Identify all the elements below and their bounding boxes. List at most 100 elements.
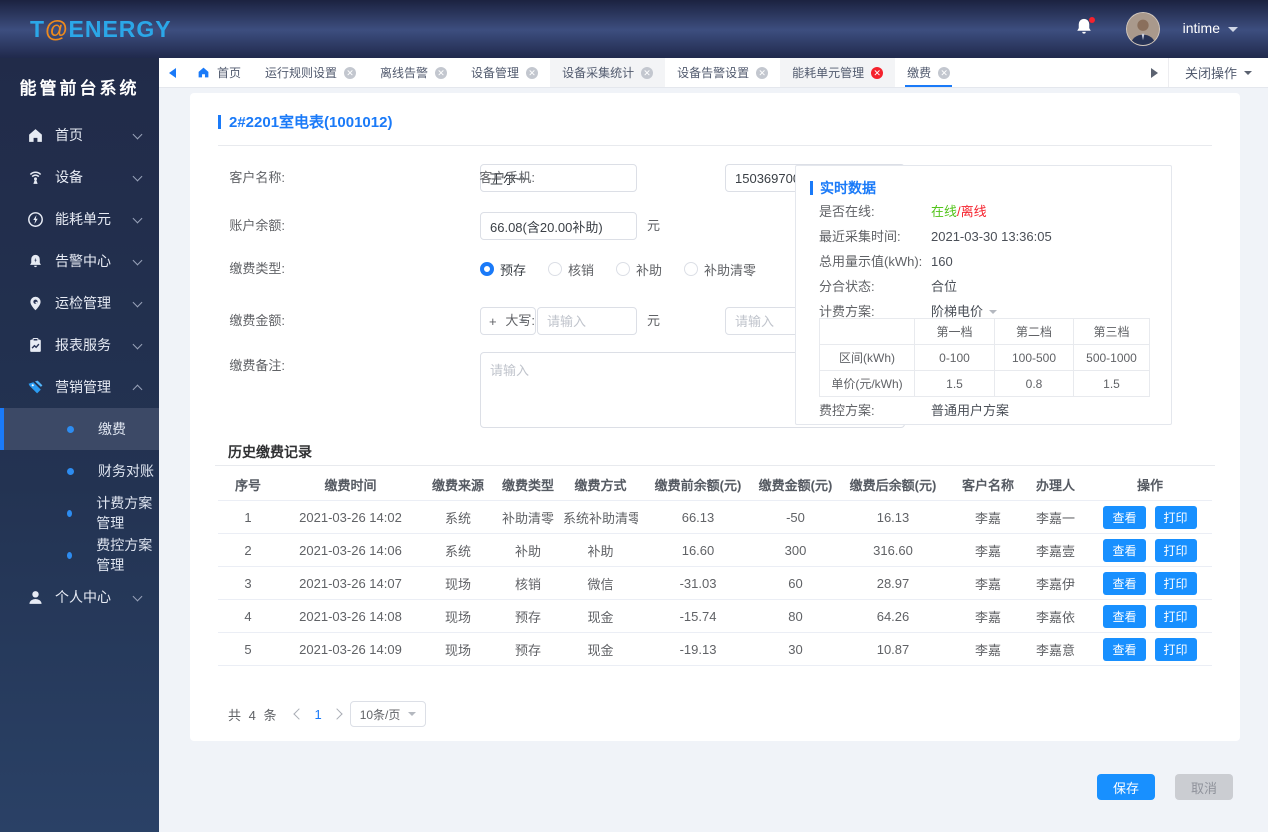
- table-cell: 李嘉: [974, 576, 1001, 592]
- print-button[interactable]: 打印: [1154, 538, 1197, 562]
- sidebar: 能管前台系统 首页 设备 能耗单元 告警中心 运检管理 报表服务 营销管理 缴费…: [0, 58, 159, 832]
- page-size-select[interactable]: 10条/页: [349, 701, 427, 727]
- table-cell: 30: [788, 641, 803, 657]
- table-cell: 2021-03-26 14:08: [299, 608, 402, 624]
- table-cell: 核销: [514, 576, 541, 592]
- tabbar: 首页 运行规则设置 ✕ 离线告警 ✕ 设备管理 ✕ 设备采集统计 ✕ 设备告警设…: [159, 58, 1268, 88]
- print-button[interactable]: 打印: [1154, 637, 1197, 661]
- sidebar-item-5[interactable]: 报表服务: [0, 324, 159, 366]
- print-button[interactable]: 打印: [1154, 604, 1197, 628]
- chevron-down-icon: [132, 171, 143, 182]
- table-cell: 2021-03-26 14:09: [299, 641, 402, 657]
- column-header: 缴费后余额(元): [849, 478, 937, 493]
- page-title: 2#2201室电表(1001012): [218, 111, 392, 132]
- table-cell: 李嘉意: [1035, 642, 1075, 658]
- table-row: 5 2021-03-26 14:09 现场 预存 现金 -19.13 30 10.87 李嘉 李嘉…: [218, 633, 1212, 666]
- chevron-down-icon: [132, 339, 143, 350]
- close-icon[interactable]: ✕: [871, 66, 884, 79]
- prev-page-icon[interactable]: [293, 708, 306, 720]
- sidebar-item-2[interactable]: 能耗单元: [0, 198, 159, 240]
- radio-pay-type-1[interactable]: 核销: [548, 260, 594, 279]
- tab-5[interactable]: 设备告警设置 ✕: [665, 58, 780, 87]
- chevron-down-icon: [132, 213, 143, 224]
- yuan-unit: 元: [647, 218, 661, 233]
- sidebar-item-6[interactable]: 营销管理: [0, 366, 159, 408]
- tab-2[interactable]: 离线告警 ✕: [368, 58, 459, 87]
- tabs-scroll-left-button[interactable]: [159, 58, 185, 87]
- print-button[interactable]: 打印: [1154, 505, 1197, 529]
- next-page-icon[interactable]: [331, 708, 343, 720]
- close-icon[interactable]: ✕: [641, 66, 654, 79]
- main-content: 2#2201室电表(1001012) 客户名称: 客户手机: 账户余额: 元 缴…: [159, 88, 1268, 832]
- table-cell: 现场: [444, 642, 471, 658]
- tabs-scroll-right-button[interactable]: [1142, 58, 1168, 87]
- table-cell: 10.87: [876, 641, 910, 657]
- table-cell: 李嘉: [974, 510, 1001, 526]
- sidebar-item-personal[interactable]: 个人中心: [0, 576, 159, 618]
- sidebar-subitem-1[interactable]: 财务对账: [0, 450, 159, 492]
- table-cell: 系统: [444, 543, 471, 559]
- home-icon: [197, 64, 210, 82]
- table-cell: 预存: [514, 642, 541, 658]
- radio-pay-type-3[interactable]: 补助清零: [684, 260, 756, 279]
- sidebar-subitem-0[interactable]: 缴费: [0, 408, 159, 450]
- close-icon[interactable]: ✕: [435, 66, 448, 79]
- tab-1[interactable]: 运行规则设置 ✕: [253, 58, 368, 87]
- view-button[interactable]: 查看: [1103, 571, 1146, 595]
- table-cell: 李嘉壹: [1035, 543, 1075, 559]
- save-button[interactable]: 保存: [1097, 774, 1155, 800]
- sidebar-item-0[interactable]: 首页: [0, 114, 159, 156]
- balance-field[interactable]: [480, 212, 637, 240]
- radio-dot-icon: [548, 262, 563, 276]
- inspection-icon: [27, 295, 44, 312]
- table-cell: 李嘉依: [1035, 609, 1075, 625]
- tab-0[interactable]: 首页: [185, 58, 253, 87]
- page-number[interactable]: 1: [312, 707, 323, 722]
- avatar[interactable]: [1126, 12, 1160, 46]
- print-button[interactable]: 打印: [1154, 571, 1197, 595]
- cancel-button[interactable]: 取消: [1175, 774, 1233, 800]
- radio-pay-type-0[interactable]: 预存: [480, 260, 526, 279]
- radio-dot-icon: [684, 262, 699, 276]
- column-header: 客户名称: [961, 478, 1014, 493]
- table-cell: 李嘉: [974, 609, 1001, 625]
- collect-time-label: 最近采集时间:: [819, 229, 901, 244]
- close-operations-dropdown[interactable]: 关闭操作: [1167, 58, 1268, 87]
- close-icon[interactable]: ✕: [526, 66, 539, 79]
- tab-4[interactable]: 设备采集统计 ✕: [550, 58, 666, 87]
- sidebar-subitem-2[interactable]: 计费方案管理: [0, 492, 159, 534]
- sidebar-item-3[interactable]: 告警中心: [0, 240, 159, 282]
- user-menu-caret-icon[interactable]: [1228, 27, 1238, 37]
- usage-value: 160: [931, 254, 953, 269]
- sidebar-subitem-3[interactable]: 费控方案管理: [0, 534, 159, 576]
- sidebar-item-4[interactable]: 运检管理: [0, 282, 159, 324]
- table-cell: 补助: [587, 543, 614, 559]
- table-row: 3 2021-03-26 14:07 现场 核销 微信 -31.03 60 28.97 李嘉 李嘉…: [218, 567, 1212, 600]
- radio-pay-type-2[interactable]: 补助: [616, 260, 662, 279]
- username[interactable]: intime: [1183, 20, 1220, 36]
- tab-3[interactable]: 设备管理 ✕: [459, 58, 550, 87]
- table-cell: 现金: [587, 609, 614, 625]
- pay-type-radio-group: 预存 核销 补助 补助清零: [480, 259, 756, 279]
- tab-6[interactable]: 能耗单元管理 ✕: [780, 58, 896, 87]
- close-icon[interactable]: ✕: [344, 66, 357, 79]
- view-button[interactable]: 查看: [1103, 637, 1146, 661]
- table-cell: 补助清零: [501, 510, 554, 526]
- table-cell: 3: [244, 575, 252, 591]
- close-icon[interactable]: ✕: [938, 66, 951, 79]
- column-header: 缴费方式: [574, 478, 627, 493]
- table-cell: 现场: [444, 609, 471, 625]
- view-button[interactable]: 查看: [1103, 538, 1146, 562]
- notification-bell-icon[interactable]: [1074, 17, 1096, 41]
- payment-card: 2#2201室电表(1001012) 客户名称: 客户手机: 账户余额: 元 缴…: [190, 93, 1240, 741]
- view-button[interactable]: 查看: [1103, 505, 1146, 529]
- bullet-dot-icon: [67, 551, 73, 559]
- table-cell: 64.26: [876, 608, 910, 624]
- tab-7[interactable]: 缴费 ✕: [895, 58, 962, 87]
- history-header-row: 序号 缴费时间 缴费来源 缴费类型 缴费方式 缴费前余额(元) 缴费金额(元) 缴费后余额(元…: [218, 469, 1212, 501]
- amount-field[interactable]: [537, 307, 637, 335]
- table-cell: 系统补助清零: [563, 510, 638, 526]
- view-button[interactable]: 查看: [1103, 604, 1146, 628]
- sidebar-item-1[interactable]: 设备: [0, 156, 159, 198]
- close-icon[interactable]: ✕: [756, 66, 769, 79]
